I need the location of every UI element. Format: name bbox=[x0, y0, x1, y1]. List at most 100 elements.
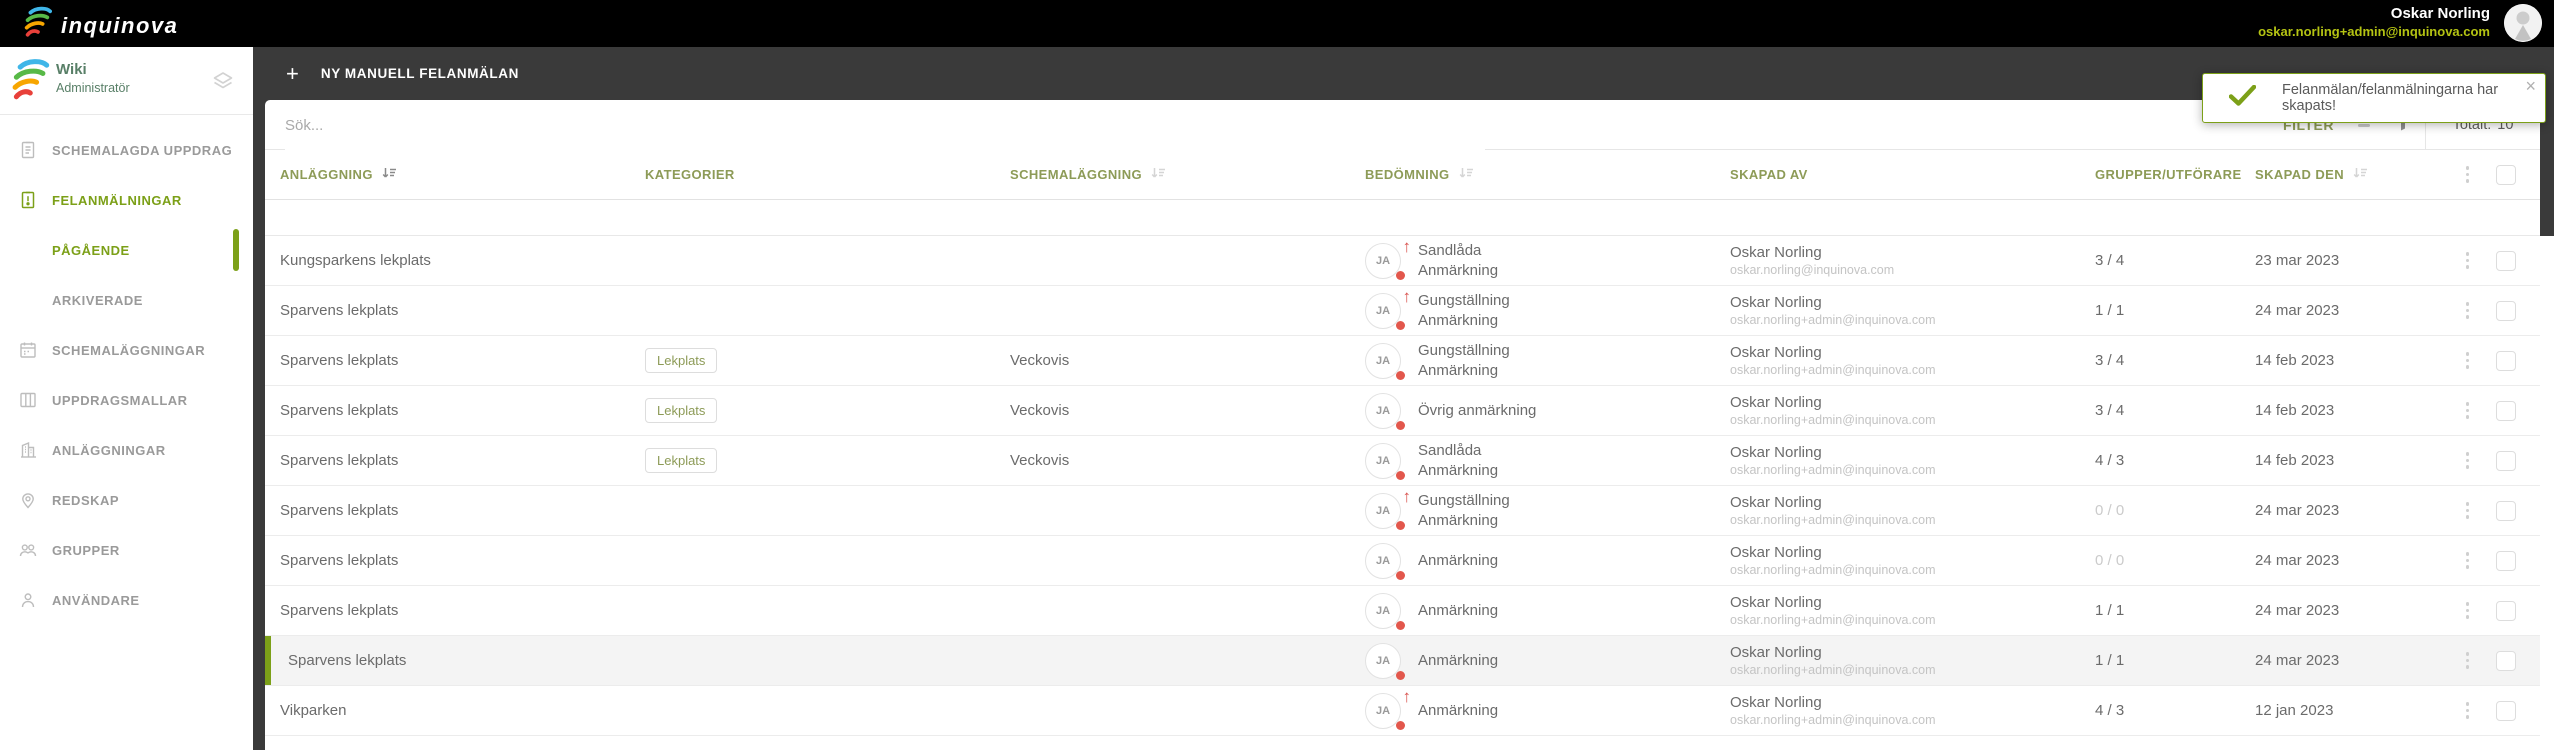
table-row[interactable]: Sparvens lekplats Lekplats Veckovis JA G… bbox=[265, 336, 2540, 386]
column-header-kategorier[interactable]: KATEGORIER bbox=[645, 167, 1010, 182]
groups-count: 1 / 1 bbox=[2095, 602, 2125, 619]
row-kebab-menu-icon[interactable] bbox=[2445, 602, 2490, 619]
row-checkbox[interactable] bbox=[2496, 700, 2516, 721]
facility-name: Sparvens lekplats bbox=[280, 502, 399, 519]
sidebar-item-label: PÅGÅENDE bbox=[52, 242, 130, 258]
column-header-schemaläggning[interactable]: SCHEMALÄGGNING bbox=[1010, 167, 1365, 183]
table-row[interactable]: Vikparken JA ↑ Anmärkning Oskar Norling … bbox=[265, 686, 2540, 736]
search-filter-row: FILTER Totalt:10 bbox=[265, 100, 2540, 150]
new-manual-report-button[interactable]: + NY MANUELL FELANMÄLAN bbox=[253, 47, 519, 100]
sidebar-item-användare[interactable]: ANVÄNDARE bbox=[0, 575, 253, 625]
alert-clipboard-icon bbox=[18, 190, 38, 210]
assessment-text: Anmärkning bbox=[1418, 601, 1499, 619]
creator-name: Oskar Norling bbox=[1730, 343, 1822, 361]
table-row[interactable]: Sparvens lekplats JA Anmärkning Oskar No… bbox=[265, 586, 2540, 636]
facility-name: Sparvens lekplats bbox=[288, 652, 407, 669]
status-dot-icon bbox=[1396, 320, 1405, 330]
plus-icon: + bbox=[286, 60, 299, 86]
toast-message: Felanmälan/felanmälningarna har skapats! bbox=[2282, 82, 2499, 114]
sidebar-item-label: GRUPPER bbox=[52, 542, 120, 558]
status-dot-icon bbox=[1396, 420, 1405, 430]
table-row[interactable]: Sparvens lekplats Lekplats Veckovis JA S… bbox=[265, 436, 2540, 486]
header-kebab-menu-icon[interactable] bbox=[2445, 166, 2490, 183]
sort-icon bbox=[1459, 167, 1474, 183]
layers-icon[interactable] bbox=[211, 69, 235, 98]
search-input[interactable] bbox=[285, 100, 1485, 150]
pin-icon bbox=[18, 490, 38, 510]
assessment-text: Gungställning Anmärkning bbox=[1418, 492, 1510, 529]
creator-name: Oskar Norling bbox=[1730, 693, 1822, 711]
table-row[interactable]: Sparvens lekplats Lekplats Veckovis JA Ö… bbox=[265, 386, 2540, 436]
sidebar-item-label: SCHEMALÄGGNINGAR bbox=[52, 342, 206, 358]
groups-count: 0 / 0 bbox=[2095, 502, 2125, 519]
column-header-skapad-den[interactable]: SKAPAD DEN bbox=[2255, 167, 2445, 183]
table-row[interactable]: Sparvens lekplats JA Anmärkning Oskar No… bbox=[265, 636, 2540, 686]
groups-count: 3 / 4 bbox=[2095, 402, 2125, 419]
schedule-value: Veckovis bbox=[1010, 452, 1070, 469]
row-checkbox[interactable] bbox=[2496, 350, 2516, 371]
status-dot-icon bbox=[1396, 470, 1405, 480]
sidebar-item-redskap[interactable]: REDSKAP bbox=[0, 475, 253, 525]
table-row[interactable]: Sparvens lekplats JA ↑ Gungställning Anmä… bbox=[265, 286, 2540, 336]
priority-up-icon: ↑ bbox=[1402, 686, 1412, 706]
sidebar-item-uppdragsmallar[interactable]: UPPDRAGSMALLAR bbox=[0, 375, 253, 425]
sidebar-item-schemaläggningar[interactable]: SCHEMALÄGGNINGAR bbox=[0, 325, 253, 375]
sort-icon bbox=[2353, 167, 2368, 183]
column-header-anläggning[interactable]: ANLÄGGNING bbox=[265, 167, 645, 183]
row-checkbox[interactable] bbox=[2496, 600, 2516, 621]
sidebar-item-schemalagda-uppdrag[interactable]: SCHEMALAGDA UPPDRAG bbox=[0, 125, 253, 175]
creator-email: oskar.norling+admin@inquinova.com bbox=[1730, 513, 1936, 528]
sidebar-item-felanmälningar[interactable]: FELANMÄLNINGAR bbox=[0, 175, 253, 225]
user-block[interactable]: Oskar Norling oskar.norling+admin@inquin… bbox=[2258, 5, 2490, 40]
scrollbar-track[interactable] bbox=[2540, 236, 2554, 750]
row-kebab-menu-icon[interactable] bbox=[2445, 502, 2490, 519]
row-kebab-menu-icon[interactable] bbox=[2445, 352, 2490, 369]
creator-name: Oskar Norling bbox=[1730, 393, 1822, 411]
creator-name: Oskar Norling bbox=[1730, 543, 1822, 561]
clear-sort-icon[interactable] bbox=[2358, 123, 2370, 127]
sidebar-item-arkiverade[interactable]: ARKIVERADE bbox=[0, 275, 253, 325]
creator-name: Oskar Norling bbox=[1730, 293, 1822, 311]
select-all-checkbox[interactable] bbox=[2496, 164, 2516, 185]
row-kebab-menu-icon[interactable] bbox=[2445, 652, 2490, 669]
close-icon[interactable]: × bbox=[2525, 77, 2536, 95]
creator-email: oskar.norling+admin@inquinova.com bbox=[1730, 563, 1936, 578]
column-header-grupper-utförare[interactable]: GRUPPER/UTFÖRARE bbox=[2095, 167, 2255, 182]
sidebar-item-pågående[interactable]: PÅGÅENDE bbox=[0, 225, 253, 275]
status-dot-icon bbox=[1396, 570, 1405, 580]
table-row[interactable]: Kungsparkens lekplats JA ↑ Sandlåda Anmär… bbox=[265, 236, 2540, 286]
row-kebab-menu-icon[interactable] bbox=[2445, 402, 2490, 419]
sidebar-item-grupper[interactable]: GRUPPER bbox=[0, 525, 253, 575]
created-date: 12 jan 2023 bbox=[2255, 702, 2334, 719]
table-row[interactable]: Sparvens lekplats JA Anmärkning Oskar No… bbox=[265, 536, 2540, 586]
row-kebab-menu-icon[interactable] bbox=[2445, 552, 2490, 569]
avatar[interactable] bbox=[2504, 4, 2542, 42]
column-header-bedömning[interactable]: BEDÖMNING bbox=[1365, 167, 1730, 183]
row-checkbox[interactable] bbox=[2496, 450, 2516, 471]
created-date: 24 mar 2023 bbox=[2255, 552, 2340, 569]
status-dot-icon bbox=[1396, 670, 1405, 680]
column-header-skapad-av[interactable]: SKAPAD AV bbox=[1730, 167, 2095, 182]
created-date: 24 mar 2023 bbox=[2255, 302, 2340, 319]
sidebar-item-label: ANVÄNDARE bbox=[52, 592, 140, 608]
groups-count: 3 / 4 bbox=[2095, 352, 2125, 369]
creator-name: Oskar Norling bbox=[1730, 243, 1822, 261]
checkmark-icon bbox=[2228, 84, 2257, 111]
row-checkbox[interactable] bbox=[2496, 250, 2516, 271]
row-kebab-menu-icon[interactable] bbox=[2445, 302, 2490, 319]
row-kebab-menu-icon[interactable] bbox=[2445, 252, 2490, 269]
row-checkbox[interactable] bbox=[2496, 650, 2516, 671]
row-checkbox[interactable] bbox=[2496, 400, 2516, 421]
assessment-text: Gungställning Anmärkning bbox=[1418, 342, 1510, 379]
row-kebab-menu-icon[interactable] bbox=[2445, 702, 2490, 719]
row-kebab-menu-icon[interactable] bbox=[2445, 452, 2490, 469]
row-checkbox[interactable] bbox=[2496, 550, 2516, 571]
table-row[interactable]: Sparvens lekplats JA ↑ Gungställning Anmä… bbox=[265, 486, 2540, 536]
row-checkbox[interactable] bbox=[2496, 500, 2516, 521]
sidebar-item-anläggningar[interactable]: ANLÄGGNINGAR bbox=[0, 425, 253, 475]
status-dot-icon bbox=[1396, 370, 1405, 380]
row-checkbox[interactable] bbox=[2496, 300, 2516, 321]
category-chip: Lekplats bbox=[645, 398, 718, 423]
calendar-icon bbox=[18, 340, 38, 360]
org-role: Administratör bbox=[56, 80, 130, 95]
